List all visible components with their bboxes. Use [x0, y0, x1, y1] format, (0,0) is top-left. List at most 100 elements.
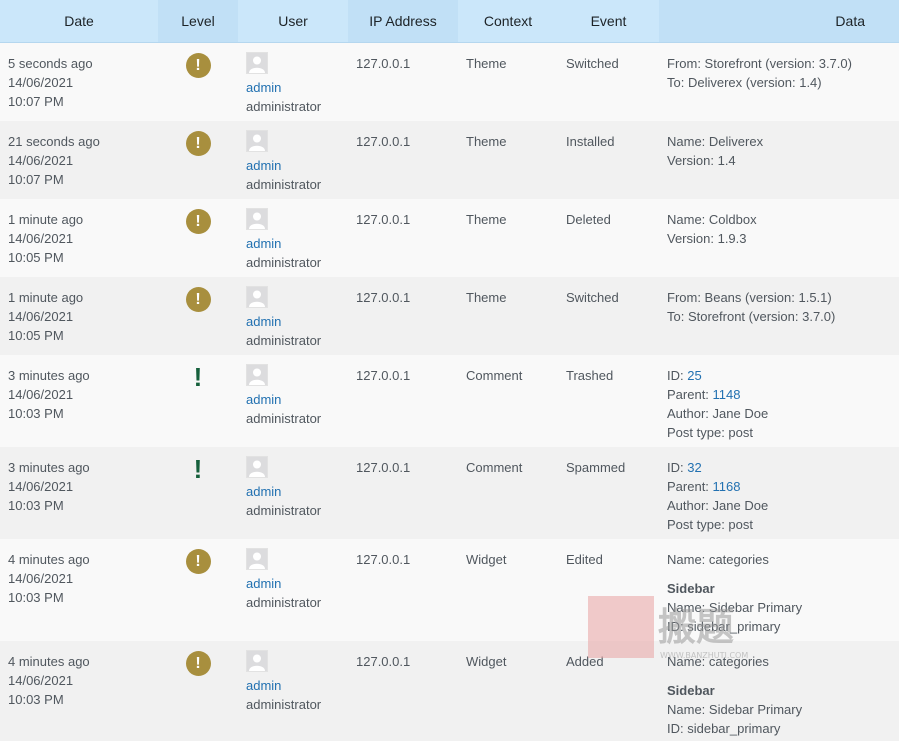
data-label: Name: Sidebar Primary — [667, 701, 803, 717]
data-line: ID: sidebar_primary — [667, 617, 891, 636]
data-cell: Name: Coldbox Version: 1.9.3 — [659, 198, 899, 277]
column-header-event[interactable]: Event — [558, 0, 659, 43]
data-cell: From: Storefront (version: 3.7.0) To: Del… — [659, 42, 899, 121]
user-cell: admin administrator — [238, 446, 348, 539]
context-cell: Theme — [458, 198, 558, 277]
date-value: 14/06/2021 — [8, 672, 74, 688]
ip-cell: 127.0.0.1 — [348, 446, 458, 539]
data-line: Name: categories — [667, 550, 891, 569]
table-row[interactable]: 4 minutes ago 14/06/2021 10:03 PM! admin adm… — [0, 538, 899, 641]
date-cell: 4 minutes ago 14/06/2021 10:03 PM — [0, 538, 158, 641]
date-cell: 3 minutes ago 14/06/2021 10:03 PM — [0, 446, 158, 539]
user-link[interactable]: admin — [246, 312, 340, 331]
ip-cell: 127.0.0.1 — [348, 198, 458, 277]
ip-cell: 127.0.0.1 — [348, 538, 458, 641]
time-value: 10:03 PM — [8, 405, 64, 421]
level-cell: ! — [158, 198, 238, 277]
user-link[interactable]: admin — [246, 482, 340, 501]
date-value: 14/06/2021 — [8, 230, 74, 246]
time-value: 10:03 PM — [8, 589, 64, 605]
date-cell: 3 minutes ago 14/06/2021 10:03 PM — [0, 354, 158, 447]
table-row[interactable]: 3 minutes ago 14/06/2021 10:03 PM! admin adm… — [0, 446, 899, 539]
data-line: Parent: 1168 — [667, 477, 891, 496]
exclamation-icon: ! — [193, 361, 203, 392]
level-cell: ! — [158, 640, 238, 741]
data-label: Sidebar — [667, 682, 715, 698]
table-row[interactable]: 1 minute ago 14/06/2021 10:05 PM! admin admi… — [0, 198, 899, 277]
avatar — [246, 363, 268, 386]
user-link[interactable]: admin — [246, 234, 340, 253]
event-cell: Switched — [558, 42, 659, 121]
data-label: To: Storefront (version: 3.7.0) — [667, 308, 836, 324]
user-link[interactable]: admin — [246, 390, 340, 409]
data-link[interactable]: 1148 — [713, 387, 741, 402]
date-cell: 4 minutes ago 14/06/2021 10:03 PM — [0, 640, 158, 741]
avatar — [246, 285, 268, 308]
level-cell: ! — [158, 354, 238, 447]
time-value: 10:03 PM — [8, 497, 64, 513]
date-relative: 3 minutes ago — [8, 367, 90, 383]
user-silhouette-icon — [249, 552, 265, 569]
user-silhouette-icon — [249, 290, 265, 307]
data-cell: Name: categories Sidebar Name: Sidebar Pri… — [659, 538, 899, 641]
user-cell: admin administrator — [238, 42, 348, 121]
user-role: administrator — [246, 254, 322, 270]
data-line: Sidebar — [667, 579, 891, 598]
user-link[interactable]: admin — [246, 78, 340, 97]
data-label: Sidebar — [667, 580, 715, 596]
data-line: To: Storefront (version: 3.7.0) — [667, 307, 891, 326]
table-row[interactable]: 4 minutes ago 14/06/2021 10:03 PM! admin adm… — [0, 640, 899, 741]
column-header-user[interactable]: User — [238, 0, 348, 43]
data-cell: ID: 25 Parent: 1148 Author: Jane Doe Post t… — [659, 354, 899, 447]
data-label: ID: — [667, 367, 688, 383]
data-label: Name: categories — [667, 653, 769, 669]
user-role: administrator — [246, 99, 322, 114]
ip-cell: 127.0.0.1 — [348, 276, 458, 355]
user-role: administrator — [246, 176, 322, 192]
date-cell: 5 seconds ago 14/06/2021 10:07 PM — [0, 42, 158, 121]
user-link[interactable]: admin — [246, 156, 340, 175]
data-label: Parent: — [667, 478, 713, 494]
column-header-level[interactable]: Level — [158, 0, 238, 43]
user-cell: admin administrator — [238, 198, 348, 277]
user-link[interactable]: admin — [246, 574, 340, 593]
data-link[interactable]: 1168 — [713, 479, 741, 494]
date-relative: 4 minutes ago — [8, 551, 90, 567]
column-header-data[interactable]: Data — [659, 0, 899, 43]
avatar — [246, 649, 268, 672]
time-value: 10:07 PM — [8, 171, 64, 187]
data-label: Name: Deliverex — [667, 133, 764, 149]
column-header-ip[interactable]: IP Address — [348, 0, 458, 43]
data-line: Sidebar — [667, 681, 891, 700]
table-row[interactable]: 1 minute ago 14/06/2021 10:05 PM! admin admi… — [0, 276, 899, 355]
data-link[interactable]: 32 — [687, 460, 701, 475]
ip-cell: 127.0.0.1 — [348, 640, 458, 741]
table-row[interactable]: 5 seconds ago 14/06/2021 10:07 PM! admin adm… — [0, 42, 899, 121]
user-link[interactable]: admin — [246, 676, 340, 695]
date-relative: 1 minute ago — [8, 211, 84, 227]
context-cell: Widget — [458, 640, 558, 741]
data-label: Post type: post — [667, 516, 753, 532]
data-line: ID: 25 — [667, 366, 891, 385]
data-line: Parent: 1148 — [667, 385, 891, 404]
column-header-context[interactable]: Context — [458, 0, 558, 43]
data-cell: Name: categories Sidebar Name: Sidebar Pri… — [659, 640, 899, 741]
data-link[interactable]: 25 — [687, 368, 701, 383]
data-line: From: Beans (version: 1.5.1) — [667, 288, 891, 307]
data-line: From: Storefront (version: 3.7.0) — [667, 54, 891, 73]
avatar — [246, 129, 268, 152]
column-header-date[interactable]: Date — [0, 0, 158, 43]
exclamation-circle-icon: ! — [185, 650, 211, 676]
data-line: Post type: post — [667, 515, 891, 534]
avatar — [246, 52, 268, 74]
user-cell: admin administrator — [238, 640, 348, 741]
context-cell: Theme — [458, 120, 558, 199]
exclamation-circle-icon: ! — [185, 130, 211, 156]
time-value: 10:05 PM — [8, 249, 64, 265]
context-cell: Comment — [458, 354, 558, 447]
data-label: To: Deliverex (version: 1.4) — [667, 75, 822, 90]
date-cell: 1 minute ago 14/06/2021 10:05 PM — [0, 198, 158, 277]
table-row[interactable]: 21 seconds ago 14/06/2021 10:07 PM! admin ad… — [0, 120, 899, 199]
table-row[interactable]: 3 minutes ago 14/06/2021 10:03 PM! admin adm… — [0, 354, 899, 447]
activity-log-table: Date Level User IP Address Context Event… — [0, 0, 899, 741]
